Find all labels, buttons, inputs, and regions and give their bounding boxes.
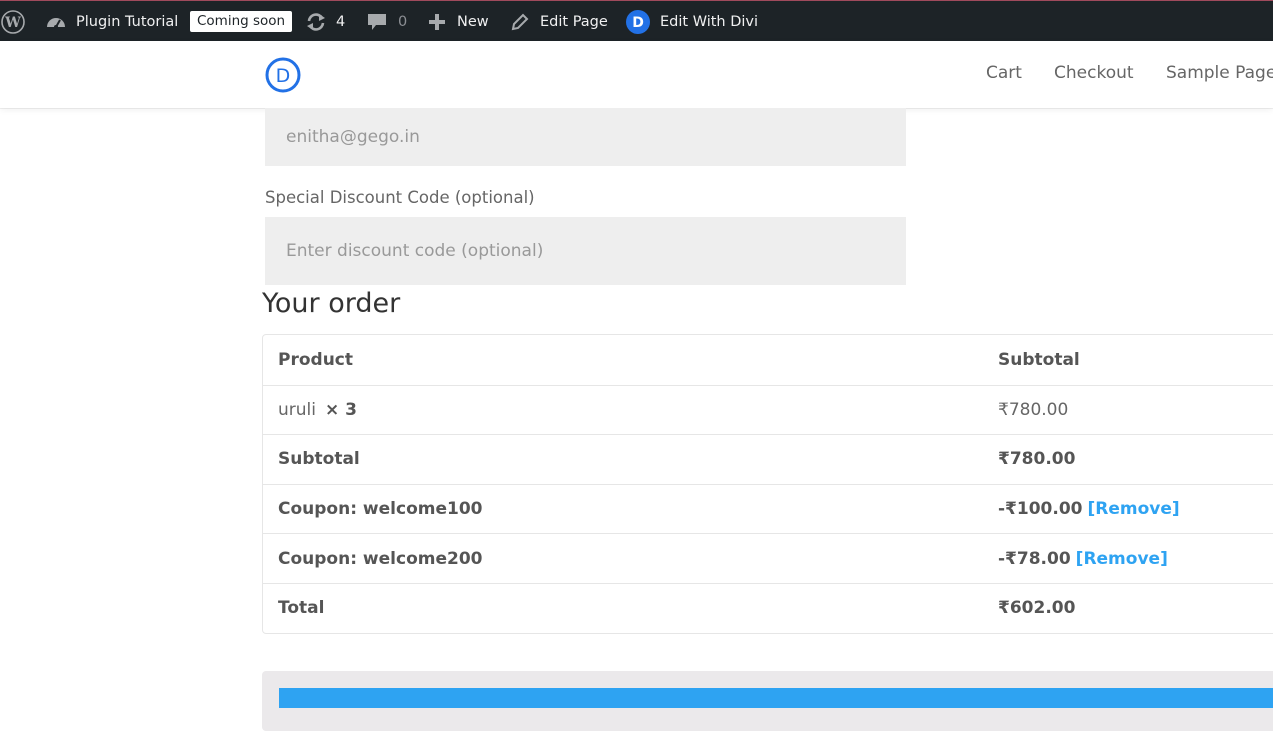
pencil-icon <box>511 13 529 31</box>
discount-code-label: Special Discount Code (optional) <box>265 188 535 207</box>
email-value: enitha@gego.in <box>286 127 420 147</box>
cart-item-product: uruli × 3 <box>278 386 357 435</box>
product-name: uruli <box>278 399 316 420</box>
divi-site-logo[interactable]: D <box>265 57 301 93</box>
edit-page-label: Edit Page <box>540 13 608 30</box>
new-content-menu[interactable]: New <box>428 1 489 42</box>
comments-menu[interactable]: 0 <box>367 1 407 42</box>
admin-bar: W Plugin Tutorial Coming soon 4 0 New Ed… <box>0 0 1273 41</box>
discount-code-placeholder: Enter discount code (optional) <box>286 241 544 261</box>
coupon-discount-amount: -₹100.00 <box>998 499 1083 520</box>
coming-soon-badge[interactable]: Coming soon <box>190 1 293 42</box>
coupon-row: Coupon: welcome200 -₹78.00 [Remove] <box>263 533 1273 583</box>
dashboard-gauge-icon <box>45 12 67 32</box>
site-name-label: Plugin Tutorial <box>76 13 179 30</box>
column-header-subtotal: Subtotal <box>998 349 1080 370</box>
wordpress-logo-icon[interactable]: W <box>1 1 25 42</box>
comment-bubble-icon <box>367 12 387 32</box>
table-header-row: Product Subtotal <box>263 335 1273 385</box>
column-header-product: Product <box>278 349 353 370</box>
coupon-discount-amount: -₹78.00 <box>998 548 1071 569</box>
email-field[interactable]: enitha@gego.in <box>265 108 906 166</box>
edit-with-divi-link[interactable]: D Edit With Divi <box>626 1 758 42</box>
order-total-row: Total ₹602.00 <box>263 582 1273 633</box>
comments-count: 0 <box>398 13 408 30</box>
svg-text:W: W <box>4 15 21 31</box>
updates-refresh-icon <box>305 12 327 32</box>
subtotal-label: Subtotal <box>278 449 360 470</box>
coupon-label: Coupon: welcome100 <box>278 499 483 520</box>
cart-item-total: ₹780.00 <box>998 399 1069 420</box>
coupon-amount-cell: -₹78.00 [Remove] <box>998 534 1168 583</box>
payment-methods-box <box>262 671 1273 731</box>
coupon-amount-cell: -₹100.00 [Remove] <box>998 485 1180 534</box>
site-name-menu[interactable]: Plugin Tutorial <box>45 1 178 42</box>
new-label: New <box>457 13 489 30</box>
cart-item-row: uruli × 3 ₹780.00 <box>263 384 1273 435</box>
cart-subtotal-row: Subtotal ₹780.00 <box>263 434 1273 484</box>
payment-method-info-strip <box>279 688 1273 708</box>
subtotal-value: ₹780.00 <box>998 449 1076 470</box>
edit-page-link[interactable]: Edit Page <box>511 1 608 42</box>
logo-letter: D <box>276 65 291 87</box>
plus-icon <box>428 13 446 31</box>
nav-checkout[interactable]: Checkout <box>1054 63 1134 83</box>
remove-coupon-link[interactable]: [Remove] <box>1088 499 1180 519</box>
updates-count: 4 <box>336 13 346 30</box>
edit-with-divi-label: Edit With Divi <box>660 13 759 30</box>
nav-sample-page[interactable]: Sample Page <box>1166 63 1273 83</box>
product-quantity: × 3 <box>324 399 357 420</box>
nav-cart[interactable]: Cart <box>986 63 1022 83</box>
coupon-label: Coupon: welcome200 <box>278 548 483 569</box>
svg-text:D: D <box>632 15 644 31</box>
remove-coupon-link[interactable]: [Remove] <box>1076 549 1168 569</box>
coming-soon-label: Coming soon <box>190 11 293 32</box>
discount-code-input[interactable]: Enter discount code (optional) <box>265 217 906 285</box>
order-review-table: Product Subtotal uruli × 3 ₹780.00 Subto… <box>262 334 1273 634</box>
divi-logo-icon: D <box>626 9 650 34</box>
your-order-heading: Your order <box>262 288 401 319</box>
coupon-row: Coupon: welcome100 -₹100.00 [Remove] <box>263 483 1273 534</box>
total-label: Total <box>278 598 325 619</box>
site-header: D Cart Checkout Sample Page <box>0 41 1273 108</box>
updates-menu[interactable]: 4 <box>305 1 345 42</box>
total-value: ₹602.00 <box>998 598 1076 619</box>
